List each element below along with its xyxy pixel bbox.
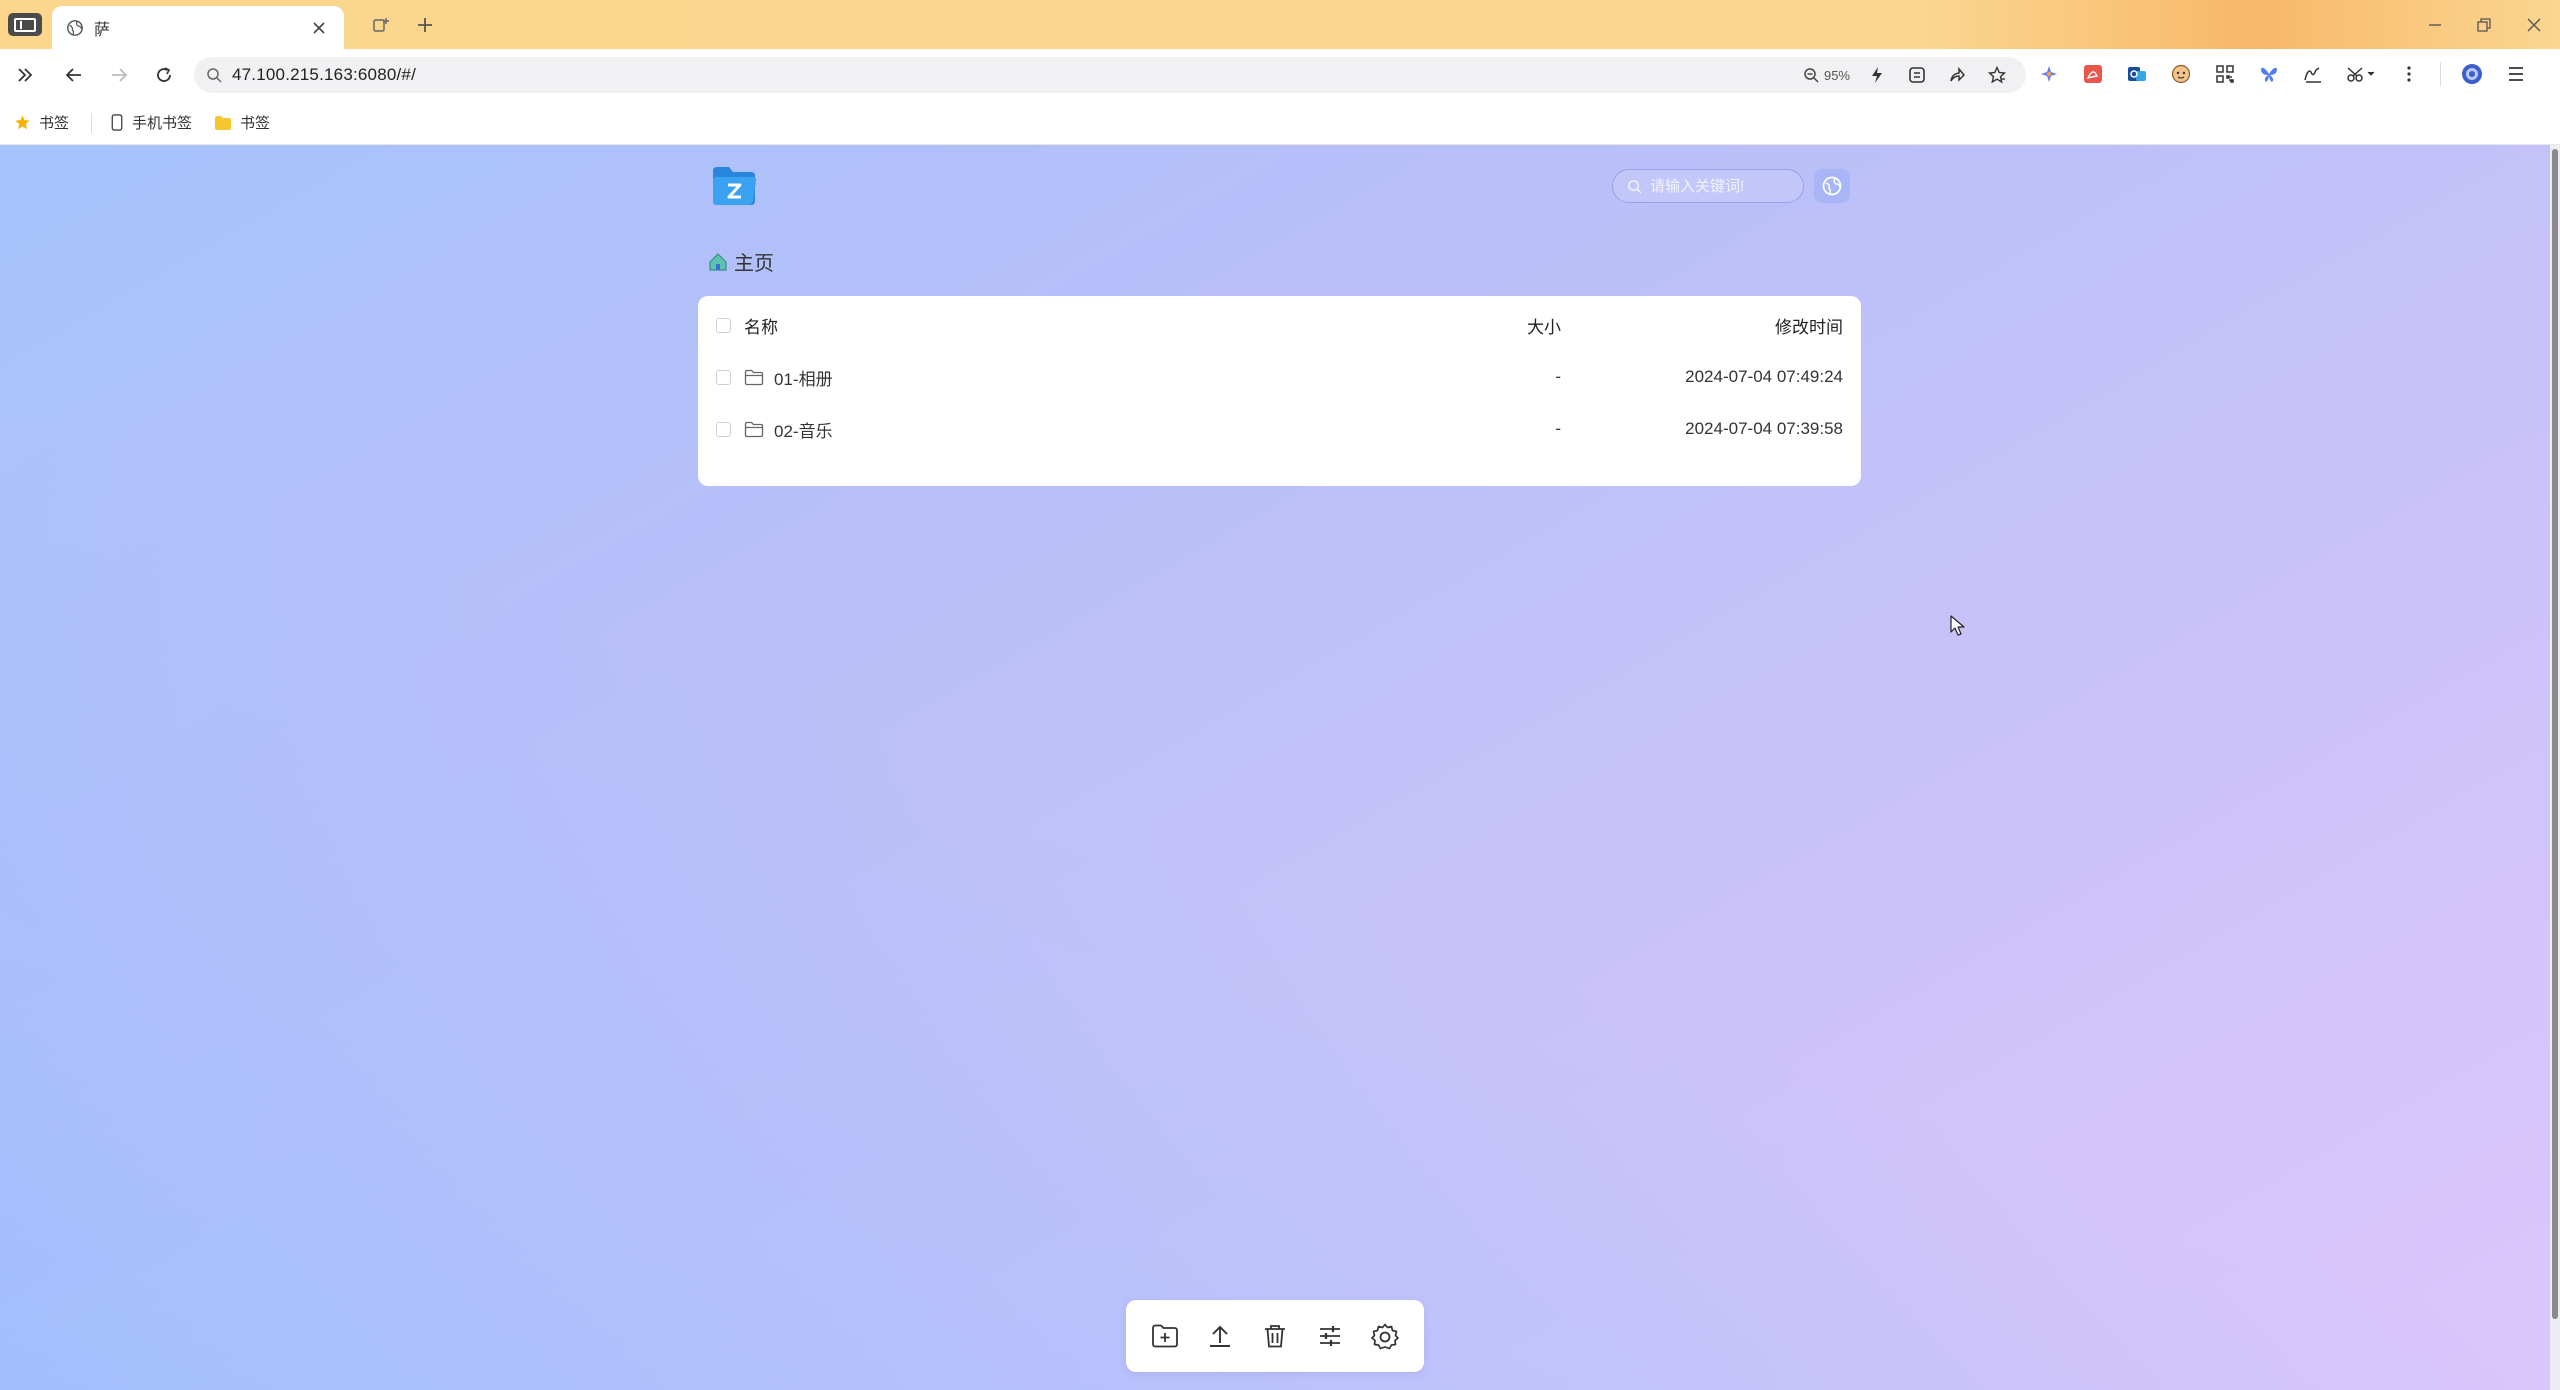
action-dock bbox=[1126, 1300, 1424, 1372]
sidebar-toggle-button[interactable] bbox=[8, 13, 42, 36]
expand-chevrons-icon[interactable] bbox=[11, 61, 39, 89]
avatar-extension-icon[interactable] bbox=[2168, 61, 2194, 87]
bookmark-item[interactable]: 书签 bbox=[14, 112, 69, 133]
bookmark-label: 书签 bbox=[39, 115, 70, 132]
breadcrumb[interactable]: 主页 bbox=[708, 247, 774, 276]
search-icon bbox=[207, 68, 222, 83]
outlook-extension-icon[interactable] bbox=[2124, 61, 2150, 87]
page-viewport: 主页 名称 大小 修改时间 01-相册 - 2024-07-04 07:49:2… bbox=[0, 145, 2560, 1390]
file-size: - bbox=[1555, 367, 1561, 386]
app-logo[interactable] bbox=[709, 165, 759, 207]
pdf-extension-icon[interactable] bbox=[2080, 61, 2106, 87]
tab-close-icon[interactable] bbox=[308, 17, 330, 39]
file-name: 01-相册 bbox=[774, 369, 833, 389]
bookmark-item[interactable]: 书签 bbox=[214, 112, 270, 133]
globe-icon bbox=[1822, 176, 1842, 196]
file-table-header: 名称 大小 修改时间 bbox=[698, 299, 1861, 351]
forward-button[interactable] bbox=[105, 61, 133, 89]
breadcrumb-home[interactable]: 主页 bbox=[734, 247, 774, 276]
new-tab-button[interactable] bbox=[412, 12, 438, 38]
file-name-cell[interactable]: 01-相册 bbox=[744, 365, 833, 390]
bookmark-star-icon[interactable] bbox=[1984, 62, 2010, 88]
file-size: - bbox=[1555, 419, 1561, 438]
bookmark-item[interactable]: 手机书签 bbox=[110, 112, 192, 133]
scrollbar-thumb[interactable] bbox=[2552, 149, 2558, 1319]
share-icon[interactable] bbox=[1944, 62, 1970, 88]
language-button[interactable] bbox=[1814, 169, 1850, 203]
page-scrollbar[interactable] bbox=[2550, 145, 2560, 1390]
reader-icon[interactable] bbox=[1904, 62, 1930, 88]
lightning-icon[interactable] bbox=[1864, 62, 1890, 88]
toolbar-divider bbox=[2440, 62, 2441, 86]
column-name[interactable]: 名称 bbox=[744, 313, 778, 338]
tab-groups-icon[interactable] bbox=[370, 14, 392, 36]
new-folder-button[interactable] bbox=[1145, 1316, 1185, 1356]
more-vertical-icon[interactable] bbox=[2396, 61, 2422, 87]
search-box[interactable] bbox=[1612, 169, 1804, 203]
upload-button[interactable] bbox=[1200, 1316, 1240, 1356]
filter-settings-button[interactable] bbox=[1310, 1316, 1350, 1356]
file-name-cell[interactable]: 02-音乐 bbox=[744, 417, 833, 442]
column-size[interactable]: 大小 bbox=[1527, 313, 1561, 338]
back-button[interactable] bbox=[60, 61, 88, 89]
tab-title: 萨 bbox=[94, 21, 111, 39]
mouse-cursor-icon bbox=[1950, 615, 1965, 636]
search-icon bbox=[1628, 179, 1642, 194]
zoom-level: 95% bbox=[1823, 67, 1850, 83]
folder-icon bbox=[744, 369, 764, 385]
bookmark-separator bbox=[91, 112, 93, 133]
signature-extension-icon[interactable] bbox=[2300, 61, 2326, 87]
settings-icon bbox=[1370, 1323, 1399, 1350]
settings-button[interactable] bbox=[1365, 1316, 1405, 1356]
close-window-icon[interactable] bbox=[2521, 12, 2547, 38]
file-mtime: 2024-07-04 07:39:58 bbox=[1685, 419, 1843, 438]
address-bar[interactable]: 47.100.215.163:6080/#/ 95% bbox=[194, 57, 2026, 93]
row-checkbox[interactable] bbox=[716, 421, 731, 437]
browser-toolbar: 47.100.215.163:6080/#/ 95% bbox=[0, 49, 2560, 101]
menu-hamburger-icon[interactable] bbox=[2503, 61, 2529, 87]
folder-icon bbox=[215, 115, 232, 130]
qr-code-icon[interactable] bbox=[2212, 61, 2238, 87]
url-text: 47.100.215.163:6080/#/ bbox=[232, 65, 417, 84]
scissors-extension-icon[interactable] bbox=[2344, 61, 2378, 87]
table-row[interactable]: 02-音乐 - 2024-07-04 07:39:58 bbox=[698, 403, 1861, 455]
row-checkbox[interactable] bbox=[716, 369, 731, 385]
select-all-checkbox[interactable] bbox=[716, 317, 731, 333]
globe-icon bbox=[67, 19, 83, 36]
bookmark-label: 手机书签 bbox=[132, 115, 193, 132]
butterfly-extension-icon[interactable] bbox=[2256, 61, 2282, 87]
extensions-bar bbox=[2036, 61, 2529, 87]
folder-icon bbox=[744, 421, 764, 437]
search-input[interactable] bbox=[1650, 177, 1790, 195]
file-mtime: 2024-07-04 07:49:24 bbox=[1685, 367, 1843, 386]
browser-tab-bar: 萨 bbox=[0, 0, 2560, 49]
new-folder-icon bbox=[1152, 1324, 1179, 1348]
minimize-icon[interactable] bbox=[2422, 12, 2448, 38]
upload-icon bbox=[1210, 1325, 1231, 1347]
sparkle-extension-icon[interactable] bbox=[2036, 61, 2062, 87]
file-list-panel: 名称 大小 修改时间 01-相册 - 2024-07-04 07:49:24 0… bbox=[698, 296, 1861, 486]
column-mtime[interactable]: 修改时间 bbox=[1775, 313, 1843, 338]
restore-icon[interactable] bbox=[2471, 12, 2497, 38]
bookmark-label: 书签 bbox=[240, 115, 271, 132]
bookmarks-bar: 书签 手机书签 书签 bbox=[0, 101, 2560, 145]
reload-button[interactable] bbox=[150, 61, 178, 89]
table-row[interactable]: 01-相册 - 2024-07-04 07:49:24 bbox=[698, 351, 1861, 403]
browser-tab-active[interactable]: 萨 bbox=[52, 6, 344, 49]
phone-icon bbox=[111, 114, 123, 131]
delete-icon bbox=[1264, 1325, 1285, 1348]
home-icon bbox=[709, 252, 727, 271]
sliders-icon bbox=[1319, 1326, 1340, 1346]
profile-avatar-icon[interactable] bbox=[2459, 61, 2485, 87]
zoom-out-icon bbox=[1804, 68, 1819, 83]
file-name: 02-音乐 bbox=[774, 421, 833, 441]
delete-button[interactable] bbox=[1255, 1316, 1295, 1356]
zoom-indicator[interactable]: 95% bbox=[1803, 67, 1850, 83]
star-icon bbox=[15, 115, 30, 130]
